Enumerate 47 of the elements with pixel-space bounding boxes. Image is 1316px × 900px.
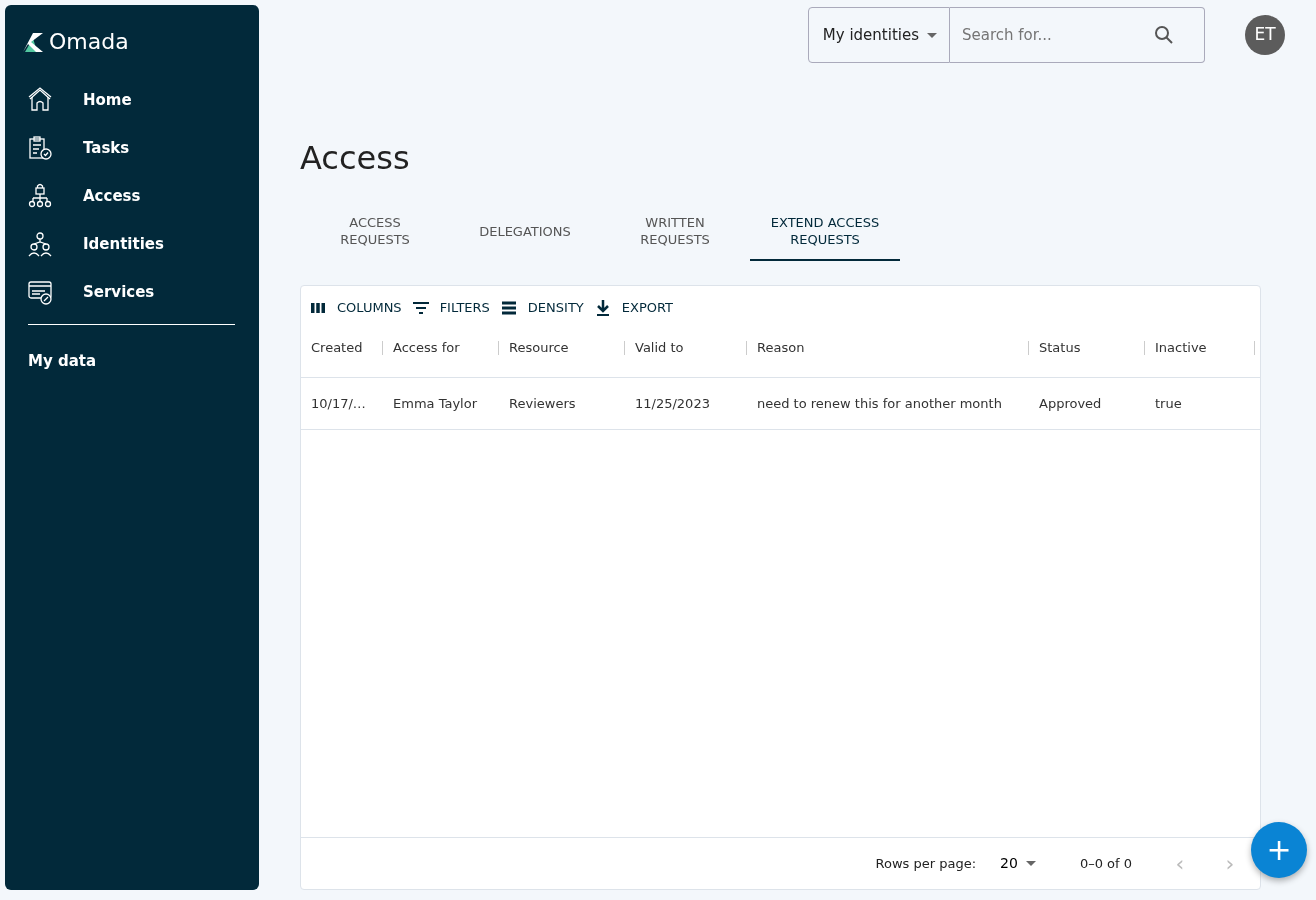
column-header[interactable]: Resource	[499, 341, 625, 356]
padlock-tree-icon	[27, 183, 53, 209]
page-range: 0–0 of 0	[1079, 854, 1132, 873]
page-title: Access	[300, 139, 411, 178]
house-icon	[27, 87, 53, 113]
tab[interactable]: ACCESS REQUESTS	[300, 203, 450, 262]
table-cell-text: Approved	[1038, 394, 1103, 413]
table-cell-text: true	[1154, 394, 1183, 413]
table-cell-text: Reviewers	[508, 394, 577, 413]
filter-button[interactable]: FILTERS	[411, 296, 490, 320]
lines-icon	[499, 299, 518, 318]
tab[interactable]: DELEGATIONS	[450, 203, 600, 262]
search-field[interactable]: Search for...	[950, 7, 1205, 63]
logo-text: Omada	[49, 28, 129, 56]
add-button[interactable]: +	[1251, 822, 1307, 878]
column-header[interactable]: Inactive	[1145, 341, 1255, 356]
nav-item[interactable]: Access	[23, 172, 235, 220]
scope-dropdown[interactable]: My identities	[807, 7, 950, 63]
rows-per-page-select[interactable]: 20	[994, 852, 1042, 875]
columns-button[interactable]: COLUMNS	[309, 296, 402, 320]
column-header[interactable]: Status	[1029, 341, 1145, 356]
tab[interactable]: WRITTEN REQUESTS	[600, 203, 750, 262]
density-button[interactable]: DENSITY	[499, 296, 584, 320]
column-header[interactable]: Access for	[383, 341, 499, 356]
nav-item[interactable]: Home	[23, 76, 235, 124]
table-cell-text: Emma Taylor	[392, 394, 478, 413]
card-icon	[27, 279, 53, 305]
clipboard-icon	[27, 135, 53, 161]
people-tree-icon	[27, 231, 53, 257]
nav-item[interactable]: Services	[23, 268, 235, 316]
table-cell-text: 11/25/2023	[634, 394, 711, 413]
column-header[interactable]: Valid to	[625, 341, 747, 356]
nav-item[interactable]: Identities	[23, 220, 235, 268]
nav-item[interactable]: My data	[23, 337, 235, 385]
caret-icon	[927, 32, 937, 38]
column-header[interactable]: Created	[301, 341, 383, 356]
table-cell-text: need to renew this for another month	[756, 394, 1003, 413]
user-avatar[interactable]: ET	[1245, 15, 1285, 55]
nav-item[interactable]: Tasks	[23, 124, 235, 172]
caret-icon	[1025, 861, 1036, 866]
table-cell-text: 10/17/…	[310, 394, 367, 413]
logo-icon	[23, 31, 45, 52]
search-icon[interactable]	[1153, 24, 1175, 46]
column-header[interactable]: Reason	[747, 341, 1029, 356]
export-button[interactable]: EXPORT	[593, 296, 673, 320]
tab[interactable]: EXTEND ACCESS REQUESTS	[750, 203, 900, 262]
rows-per-page-label: Rows per page:	[875, 854, 977, 873]
